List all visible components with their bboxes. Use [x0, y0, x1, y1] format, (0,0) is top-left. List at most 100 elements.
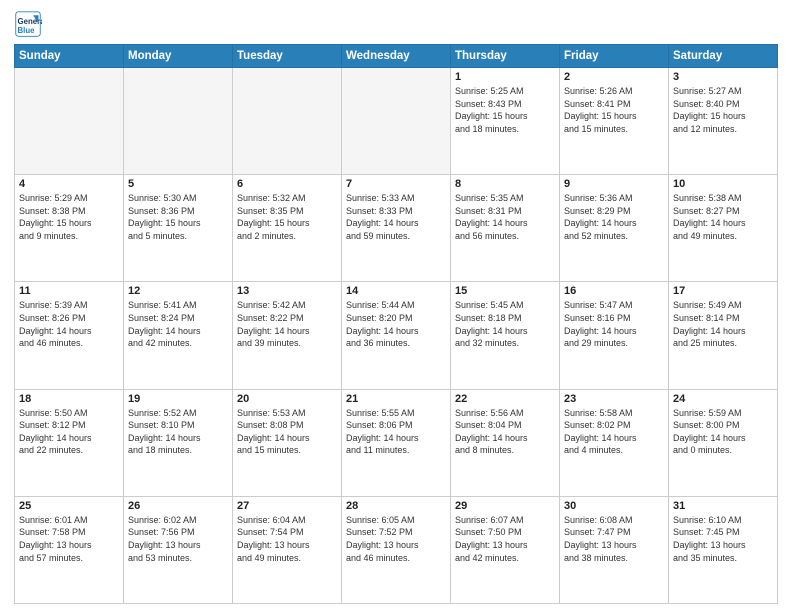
day-number: 2	[564, 71, 664, 83]
calendar-week-3: 11Sunrise: 5:39 AM Sunset: 8:26 PM Dayli…	[15, 282, 778, 389]
calendar-week-4: 18 Sunrise: 5:50 AM Sunset: 8:12 PM Dayli…	[15, 389, 778, 496]
calendar-table: SundayMondayTuesdayWednesdayThursdayFrid…	[14, 44, 778, 604]
calendar-cell: 7 Sunrise: 5:33 AM Sunset: 8:33 PM Daylig…	[342, 175, 451, 282]
day-info: Sunrise: 5:35 AM Sunset: 8:31 PM Dayligh…	[455, 192, 555, 242]
calendar-cell	[233, 68, 342, 175]
calendar-cell: 5 Sunrise: 5:30 AM Sunset: 8:36 PM Daylig…	[124, 175, 233, 282]
page: General Blue SundayMondayTuesdayWednesda…	[0, 0, 792, 612]
day-number: 30	[564, 500, 664, 512]
day-number: 15	[455, 285, 555, 297]
day-info: Sunrise: 5:38 AM Sunset: 8:27 PM Dayligh…	[673, 192, 773, 242]
calendar-cell: 11Sunrise: 5:39 AM Sunset: 8:26 PM Dayli…	[15, 282, 124, 389]
day-info: Sunrise: 5:45 AM Sunset: 8:18 PM Dayligh…	[455, 299, 555, 349]
day-info: Sunrise: 5:41 AM Sunset: 8:24 PM Dayligh…	[128, 299, 228, 349]
day-header-tuesday: Tuesday	[233, 45, 342, 68]
day-number: 22	[455, 393, 555, 405]
day-number: 23	[564, 393, 664, 405]
logo: General Blue	[14, 10, 46, 38]
day-info: Sunrise: 6:01 AM Sunset: 7:58 PM Dayligh…	[19, 514, 119, 564]
day-number: 13	[237, 285, 337, 297]
day-number: 6	[237, 178, 337, 190]
calendar-cell	[342, 68, 451, 175]
calendar-cell: 2Sunrise: 5:26 AM Sunset: 8:41 PM Daylig…	[560, 68, 669, 175]
day-number: 7	[346, 178, 446, 190]
day-info: Sunrise: 5:52 AM Sunset: 8:10 PM Dayligh…	[128, 407, 228, 457]
day-info: Sunrise: 6:05 AM Sunset: 7:52 PM Dayligh…	[346, 514, 446, 564]
day-header-saturday: Saturday	[669, 45, 778, 68]
day-header-wednesday: Wednesday	[342, 45, 451, 68]
day-number: 24	[673, 393, 773, 405]
day-info: Sunrise: 5:32 AM Sunset: 8:35 PM Dayligh…	[237, 192, 337, 242]
calendar-cell: 15 Sunrise: 5:45 AM Sunset: 8:18 PM Dayli…	[451, 282, 560, 389]
calendar-cell: 26 Sunrise: 6:02 AM Sunset: 7:56 PM Dayli…	[124, 496, 233, 603]
day-number: 26	[128, 500, 228, 512]
day-header-sunday: Sunday	[15, 45, 124, 68]
day-number: 18	[19, 393, 119, 405]
day-info: Sunrise: 6:10 AM Sunset: 7:45 PM Dayligh…	[673, 514, 773, 564]
calendar-cell: 14 Sunrise: 5:44 AM Sunset: 8:20 PM Dayli…	[342, 282, 451, 389]
calendar-cell: 4 Sunrise: 5:29 AM Sunset: 8:38 PM Daylig…	[15, 175, 124, 282]
day-number: 16	[564, 285, 664, 297]
calendar-cell: 22 Sunrise: 5:56 AM Sunset: 8:04 PM Dayli…	[451, 389, 560, 496]
calendar-cell: 19 Sunrise: 5:52 AM Sunset: 8:10 PM Dayli…	[124, 389, 233, 496]
calendar-week-5: 25Sunrise: 6:01 AM Sunset: 7:58 PM Dayli…	[15, 496, 778, 603]
calendar-week-2: 4 Sunrise: 5:29 AM Sunset: 8:38 PM Daylig…	[15, 175, 778, 282]
calendar-cell: 13 Sunrise: 5:42 AM Sunset: 8:22 PM Dayli…	[233, 282, 342, 389]
day-info: Sunrise: 5:44 AM Sunset: 8:20 PM Dayligh…	[346, 299, 446, 349]
calendar-cell: 25Sunrise: 6:01 AM Sunset: 7:58 PM Dayli…	[15, 496, 124, 603]
calendar-cell: 20Sunrise: 5:53 AM Sunset: 8:08 PM Dayli…	[233, 389, 342, 496]
calendar-cell: 28 Sunrise: 6:05 AM Sunset: 7:52 PM Dayli…	[342, 496, 451, 603]
day-info: Sunrise: 5:47 AM Sunset: 8:16 PM Dayligh…	[564, 299, 664, 349]
day-header-monday: Monday	[124, 45, 233, 68]
day-number: 28	[346, 500, 446, 512]
logo-icon: General Blue	[14, 10, 42, 38]
calendar-cell: 29 Sunrise: 6:07 AM Sunset: 7:50 PM Dayli…	[451, 496, 560, 603]
svg-text:Blue: Blue	[18, 26, 36, 35]
calendar-cell: 8 Sunrise: 5:35 AM Sunset: 8:31 PM Daylig…	[451, 175, 560, 282]
calendar-cell: 31Sunrise: 6:10 AM Sunset: 7:45 PM Dayli…	[669, 496, 778, 603]
calendar-cell	[15, 68, 124, 175]
day-info: Sunrise: 5:49 AM Sunset: 8:14 PM Dayligh…	[673, 299, 773, 349]
calendar-cell: 12 Sunrise: 5:41 AM Sunset: 8:24 PM Dayli…	[124, 282, 233, 389]
day-number: 8	[455, 178, 555, 190]
calendar-cell	[124, 68, 233, 175]
calendar-cell: 3Sunrise: 5:27 AM Sunset: 8:40 PM Daylig…	[669, 68, 778, 175]
day-number: 20	[237, 393, 337, 405]
day-number: 5	[128, 178, 228, 190]
day-info: Sunrise: 6:04 AM Sunset: 7:54 PM Dayligh…	[237, 514, 337, 564]
day-header-thursday: Thursday	[451, 45, 560, 68]
day-info: Sunrise: 5:56 AM Sunset: 8:04 PM Dayligh…	[455, 407, 555, 457]
day-info: Sunrise: 5:30 AM Sunset: 8:36 PM Dayligh…	[128, 192, 228, 242]
day-info: Sunrise: 5:33 AM Sunset: 8:33 PM Dayligh…	[346, 192, 446, 242]
day-info: Sunrise: 5:36 AM Sunset: 8:29 PM Dayligh…	[564, 192, 664, 242]
day-number: 19	[128, 393, 228, 405]
day-number: 4	[19, 178, 119, 190]
day-number: 10	[673, 178, 773, 190]
day-number: 17	[673, 285, 773, 297]
calendar-header-row: SundayMondayTuesdayWednesdayThursdayFrid…	[15, 45, 778, 68]
day-number: 9	[564, 178, 664, 190]
calendar-cell: 21 Sunrise: 5:55 AM Sunset: 8:06 PM Dayli…	[342, 389, 451, 496]
day-number: 27	[237, 500, 337, 512]
day-info: Sunrise: 6:07 AM Sunset: 7:50 PM Dayligh…	[455, 514, 555, 564]
calendar-cell: 27 Sunrise: 6:04 AM Sunset: 7:54 PM Dayli…	[233, 496, 342, 603]
calendar-week-1: 1Sunrise: 5:25 AM Sunset: 8:43 PM Daylig…	[15, 68, 778, 175]
calendar-cell: 17 Sunrise: 5:49 AM Sunset: 8:14 PM Dayli…	[669, 282, 778, 389]
calendar-cell: 10 Sunrise: 5:38 AM Sunset: 8:27 PM Dayli…	[669, 175, 778, 282]
day-info: Sunrise: 5:29 AM Sunset: 8:38 PM Dayligh…	[19, 192, 119, 242]
day-info: Sunrise: 5:42 AM Sunset: 8:22 PM Dayligh…	[237, 299, 337, 349]
day-info: Sunrise: 5:25 AM Sunset: 8:43 PM Dayligh…	[455, 85, 555, 135]
day-info: Sunrise: 6:02 AM Sunset: 7:56 PM Dayligh…	[128, 514, 228, 564]
day-number: 29	[455, 500, 555, 512]
day-number: 12	[128, 285, 228, 297]
day-info: Sunrise: 5:39 AM Sunset: 8:26 PM Dayligh…	[19, 299, 119, 349]
day-info: Sunrise: 5:50 AM Sunset: 8:12 PM Dayligh…	[19, 407, 119, 457]
calendar-cell: 16 Sunrise: 5:47 AM Sunset: 8:16 PM Dayli…	[560, 282, 669, 389]
calendar-cell: 9 Sunrise: 5:36 AM Sunset: 8:29 PM Daylig…	[560, 175, 669, 282]
calendar-cell: 1Sunrise: 5:25 AM Sunset: 8:43 PM Daylig…	[451, 68, 560, 175]
calendar-cell: 18 Sunrise: 5:50 AM Sunset: 8:12 PM Dayli…	[15, 389, 124, 496]
day-number: 14	[346, 285, 446, 297]
header: General Blue	[14, 10, 778, 38]
day-info: Sunrise: 5:55 AM Sunset: 8:06 PM Dayligh…	[346, 407, 446, 457]
day-number: 21	[346, 393, 446, 405]
